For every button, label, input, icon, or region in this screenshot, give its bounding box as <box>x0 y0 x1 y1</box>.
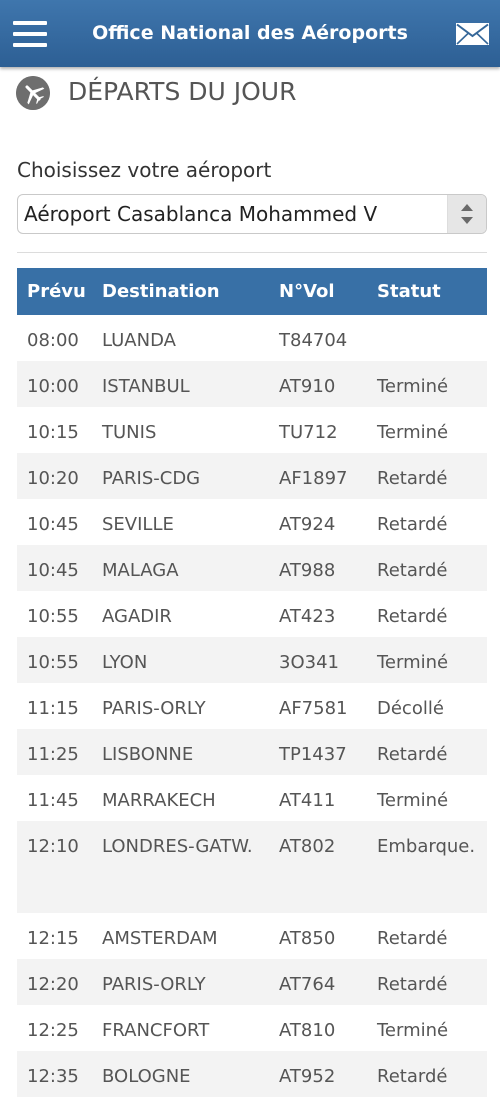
cell-status: Terminé <box>367 637 487 683</box>
cell-flight-number: AF7581 <box>279 698 348 719</box>
header-destination: Destination <box>92 268 269 315</box>
cell-flight-number: T84704 <box>279 330 348 351</box>
cell-status: Retardé <box>367 959 487 1005</box>
cell-flight-number: AT802 <box>269 821 367 913</box>
cell-destination: AGADIR <box>102 606 172 627</box>
cell-status: Terminé <box>377 790 449 811</box>
cell-destination: LYON <box>92 637 269 683</box>
cell-time: 10:55 <box>27 606 79 627</box>
table-row[interactable]: 10:45 SEVILLE AT924 Retardé <box>17 499 487 545</box>
cell-status: Retardé <box>367 1051 487 1097</box>
cell-destination: PARIS-ORLY <box>92 959 269 1005</box>
divider <box>17 252 487 253</box>
cell-time: 11:25 <box>17 729 92 775</box>
cell-status: Décollé <box>377 698 444 719</box>
table-row[interactable]: 10:15 TUNIS TU712 Terminé <box>17 407 487 453</box>
table-row[interactable]: 10:45 MALAGA AT988 Retardé <box>17 545 487 591</box>
cell-destination: AMSTERDAM <box>102 928 218 949</box>
cell-flight-number: AT924 <box>279 514 336 535</box>
cell-status: Retardé <box>377 514 448 535</box>
cell-status: Retardé <box>367 545 487 591</box>
cell-time: 10:00 <box>17 361 92 407</box>
cell-time: 12:20 <box>17 959 92 1005</box>
cell-time: 10:20 <box>17 453 92 499</box>
table-row[interactable]: 11:15 PARIS-ORLY AF7581 Décollé <box>17 683 487 729</box>
cell-status <box>367 315 487 361</box>
cell-destination: ISTANBUL <box>92 361 269 407</box>
table-row[interactable]: 12:15 AMSTERDAM AT850 Retardé <box>17 913 487 959</box>
cell-time: 11:45 <box>27 790 79 811</box>
cell-time: 12:35 <box>17 1051 92 1097</box>
table-row[interactable]: 10:20 PARIS-CDG AF1897 Retardé <box>17 453 487 499</box>
cell-destination: SEVILLE <box>102 514 174 535</box>
header-status: Statut <box>367 268 487 315</box>
cell-destination: MARRAKECH <box>102 790 216 811</box>
cell-time: 10:55 <box>17 637 92 683</box>
cell-time: 08:00 <box>27 330 79 351</box>
cell-status: Retardé <box>377 606 448 627</box>
envelope-icon[interactable] <box>456 23 489 45</box>
airport-select-label: Choisissez votre aéroport <box>17 158 272 182</box>
cell-status: Retardé <box>367 453 487 499</box>
table-row[interactable]: 12:10 LONDRES-GATW. AT802 Embarque. <box>17 821 487 913</box>
cell-flight-number: AT988 <box>269 545 367 591</box>
cell-time: 12:25 <box>27 1020 79 1041</box>
app-title: Office National des Aéroports <box>92 22 408 44</box>
cell-destination: LONDRES-GATW. <box>92 821 269 913</box>
cell-destination: PARIS-ORLY <box>102 698 206 719</box>
cell-status: Retardé <box>377 928 448 949</box>
cell-status: Terminé <box>377 422 449 443</box>
table-row[interactable]: 11:25 LISBONNE TP1437 Retardé <box>17 729 487 775</box>
cell-flight-number: AT423 <box>279 606 336 627</box>
airplane-icon <box>16 76 50 110</box>
cell-status: Retardé <box>367 729 487 775</box>
cell-flight-number: AT952 <box>269 1051 367 1097</box>
table-row[interactable]: 12:35 BOLOGNE AT952 Retardé <box>17 1051 487 1097</box>
table-row[interactable]: 10:00 ISTANBUL AT910 Terminé <box>17 361 487 407</box>
cell-destination: TUNIS <box>102 422 157 443</box>
table-row[interactable]: 12:20 PARIS-ORLY AT764 Retardé <box>17 959 487 1005</box>
header-flight-number: N°Vol <box>269 268 367 315</box>
cell-flight-number: AT810 <box>279 1020 336 1041</box>
departures-table: Prévu Destination N°Vol Statut 08:00 LUAN… <box>17 268 487 1097</box>
cell-time: 10:45 <box>27 514 79 535</box>
cell-destination: LUANDA <box>102 330 176 351</box>
cell-destination: BOLOGNE <box>92 1051 269 1097</box>
table-row[interactable]: 10:55 AGADIR AT423 Retardé <box>17 591 487 637</box>
table-row[interactable]: 11:45 MARRAKECH AT411 Terminé <box>17 775 487 821</box>
cell-destination: FRANCFORT <box>102 1020 210 1041</box>
cell-destination: PARIS-CDG <box>92 453 269 499</box>
table-row[interactable]: 12:25 FRANCFORT AT810 Terminé <box>17 1005 487 1051</box>
cell-status: Terminé <box>367 361 487 407</box>
section-title: DÉPARTS DU JOUR <box>68 77 297 106</box>
cell-status: Terminé <box>377 1020 449 1041</box>
table-row[interactable]: 10:55 LYON 3O341 Terminé <box>17 637 487 683</box>
cell-flight-number: TU712 <box>279 422 338 443</box>
cell-status: Embarque. <box>367 821 487 913</box>
airport-select[interactable]: Aéroport Casablanca Mohammed V <box>17 194 487 234</box>
cell-flight-number: AT764 <box>269 959 367 1005</box>
header-scheduled: Prévu <box>17 268 92 315</box>
cell-destination: MALAGA <box>92 545 269 591</box>
cell-flight-number: AF1897 <box>269 453 367 499</box>
cell-time: 12:10 <box>17 821 92 913</box>
cell-flight-number: TP1437 <box>269 729 367 775</box>
airport-select-value: Aéroport Casablanca Mohammed V <box>24 202 378 226</box>
cell-time: 10:15 <box>27 422 79 443</box>
cell-flight-number: AT411 <box>279 790 336 811</box>
cell-flight-number: AT910 <box>269 361 367 407</box>
cell-flight-number: AT850 <box>279 928 336 949</box>
table-row[interactable]: 08:00 LUANDA T84704 <box>17 315 487 361</box>
cell-time: 12:15 <box>27 928 79 949</box>
table-header-row: Prévu Destination N°Vol Statut <box>17 268 487 315</box>
cell-flight-number: 3O341 <box>269 637 367 683</box>
app-header: Office National des Aéroports <box>0 0 500 67</box>
cell-time: 10:45 <box>17 545 92 591</box>
select-arrows-icon[interactable] <box>447 195 486 233</box>
cell-destination: LISBONNE <box>92 729 269 775</box>
cell-time: 11:15 <box>27 698 79 719</box>
